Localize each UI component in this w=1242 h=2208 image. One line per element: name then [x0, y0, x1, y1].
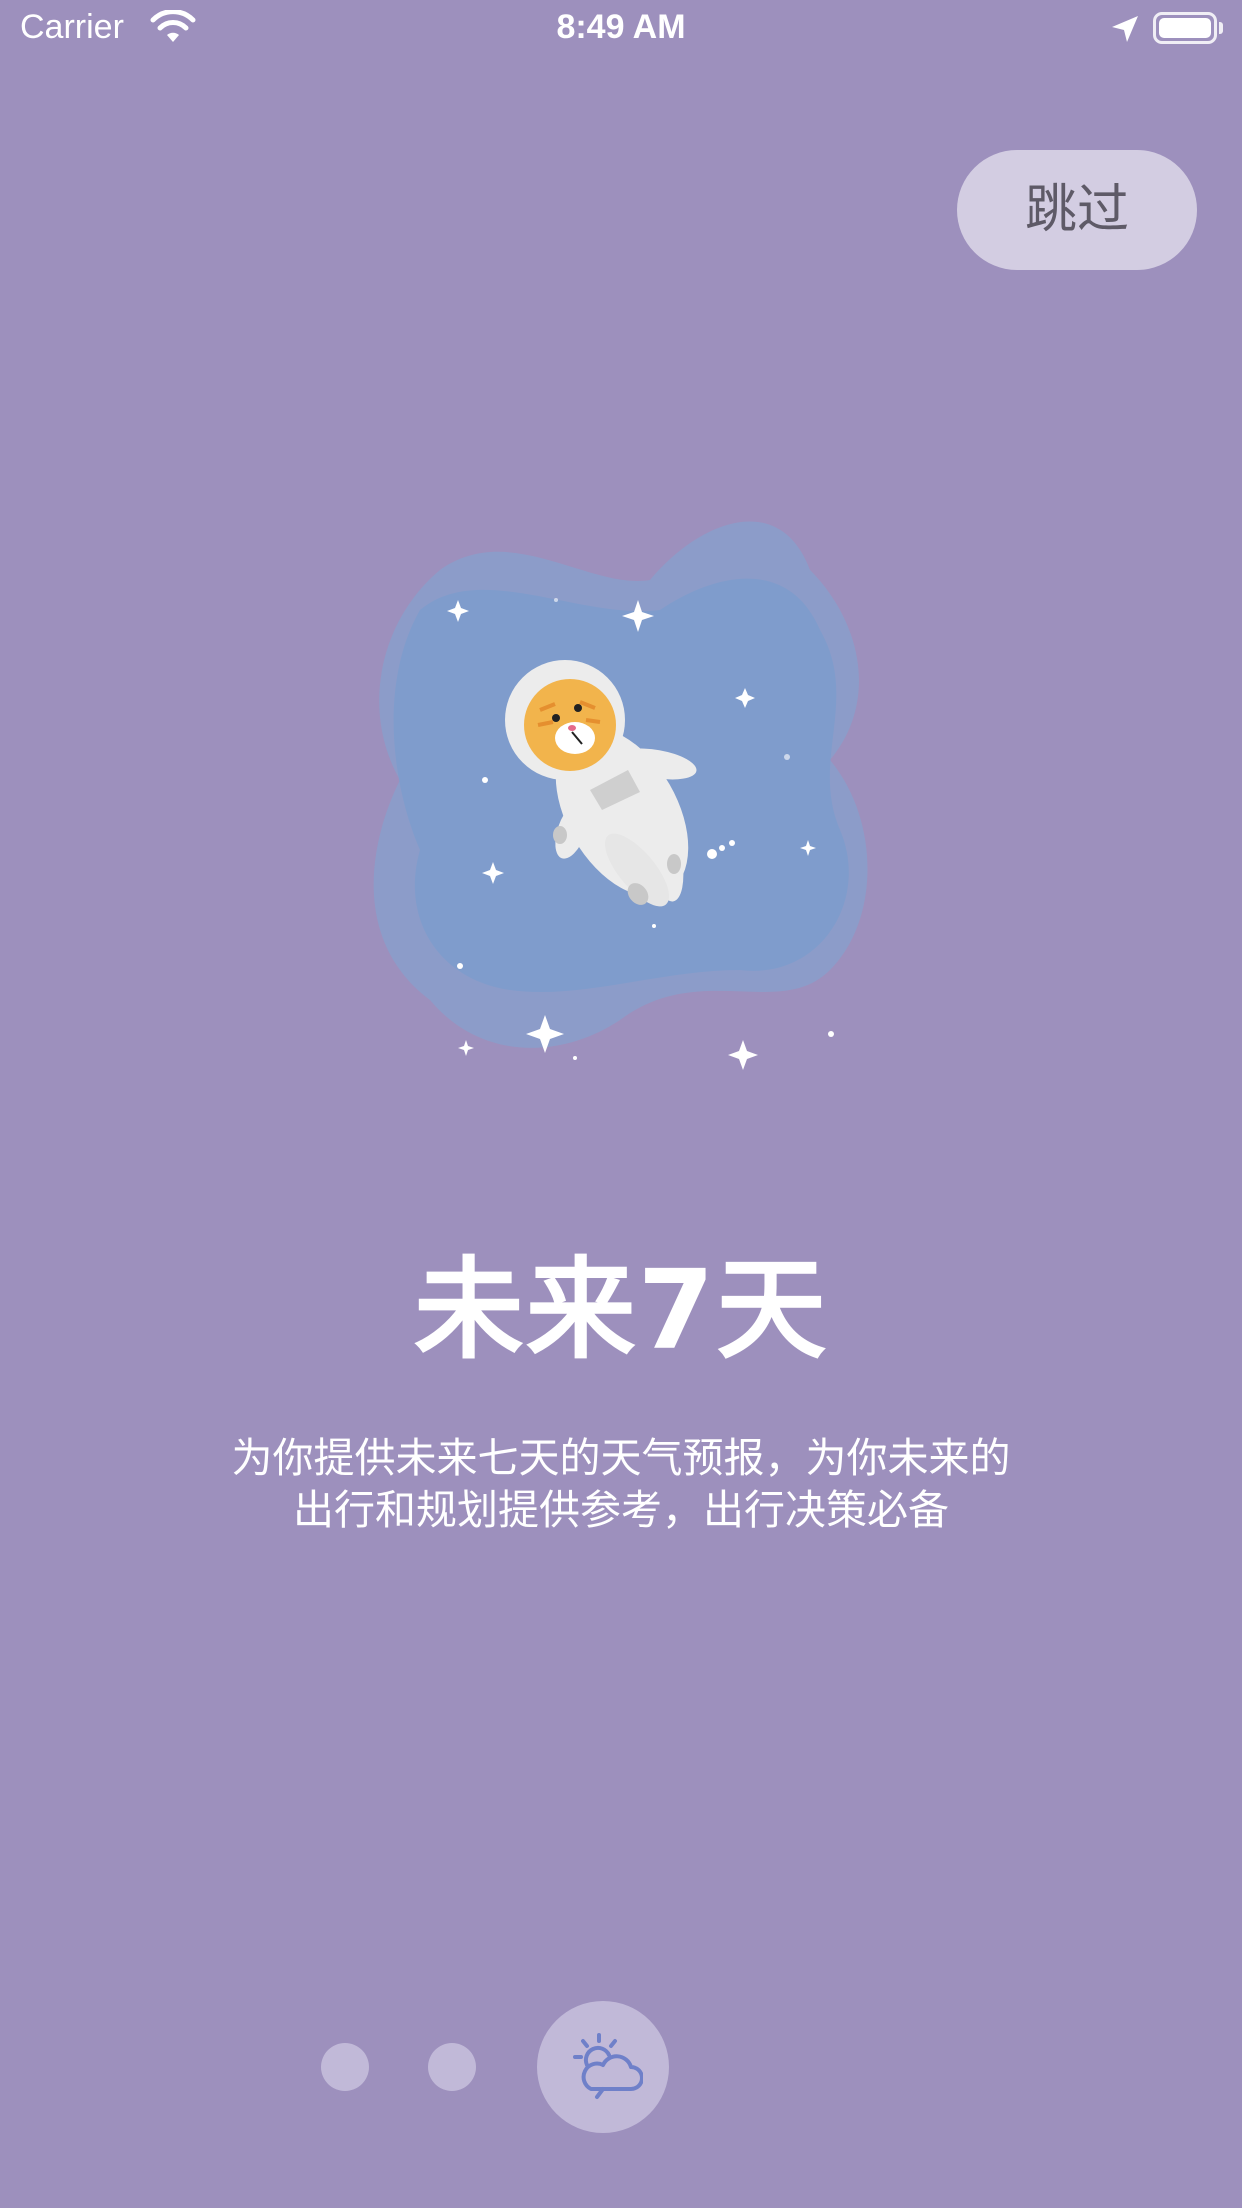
status-bar: Carrier 8:49 AM	[0, 0, 1242, 60]
battery-icon	[1153, 12, 1217, 44]
skip-button[interactable]: 跳过	[957, 150, 1197, 270]
clock: 8:49 AM	[556, 8, 686, 46]
page-indicator-dot-1[interactable]	[321, 2043, 369, 2091]
page-indicator-current[interactable]	[537, 2001, 669, 2133]
page-description: 为你提供未来七天的天气预报，为你未来的 出行和规划提供参考，出行决策必备	[0, 1432, 1242, 1536]
page-indicator-dot-2[interactable]	[428, 2043, 476, 2091]
astronaut-cat-illustration	[360, 500, 880, 1100]
description-line-2: 出行和规划提供参考，出行决策必备	[293, 1486, 949, 1534]
location-arrow-icon	[1110, 14, 1140, 48]
page-title: 未来7天	[413, 1246, 829, 1374]
weather-partly-cloudy-icon	[573, 2033, 643, 2099]
description-line-1: 为你提供未来七天的天气预报，为你未来的	[231, 1434, 1011, 1482]
